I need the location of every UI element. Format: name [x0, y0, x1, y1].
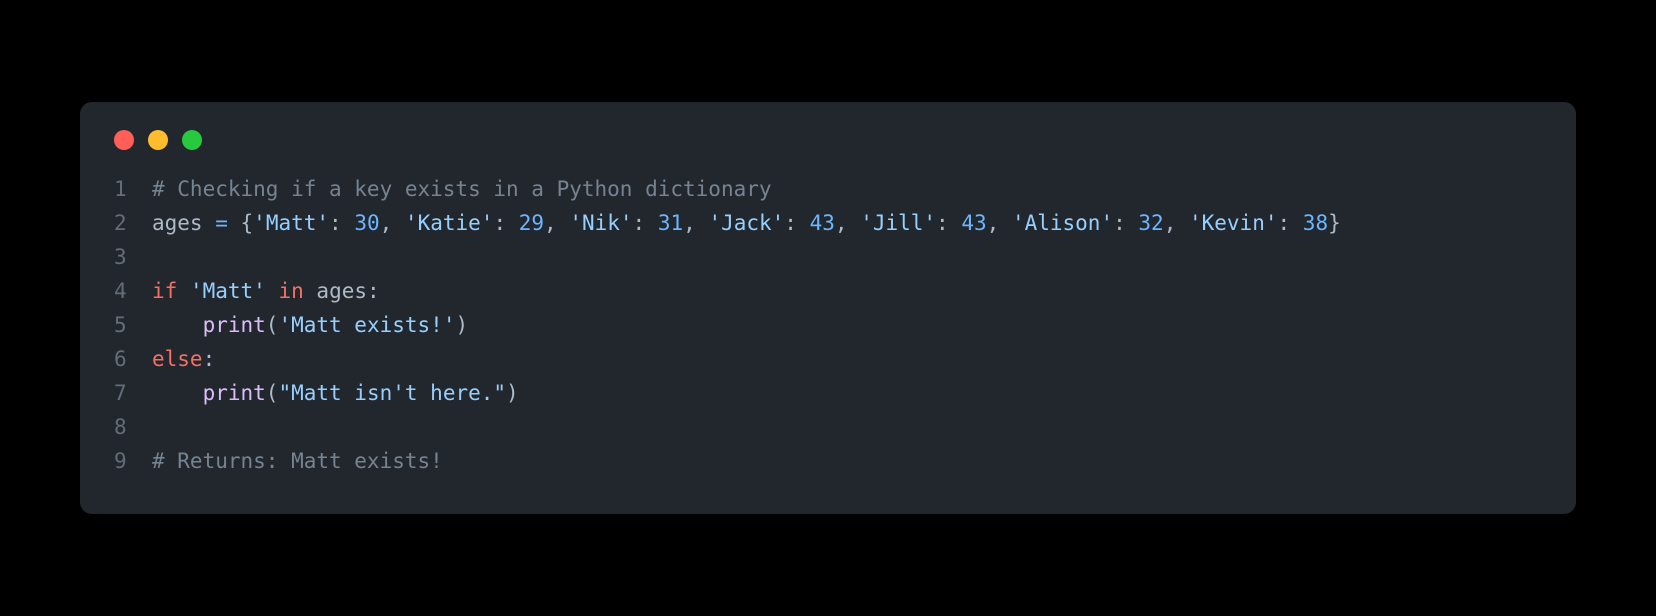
code-line: 3 — [114, 240, 1542, 274]
colon: : — [329, 211, 354, 235]
code-line: 7 print("Matt isn't here.") — [114, 376, 1542, 410]
line-number: 8 — [114, 410, 152, 444]
brace: } — [1328, 211, 1341, 235]
operator: = — [203, 211, 241, 235]
string: 'Katie' — [405, 211, 494, 235]
code-block: 1 # Checking if a key exists in a Python… — [80, 172, 1576, 478]
line-number: 2 — [114, 206, 152, 240]
paren: ( — [266, 381, 279, 405]
paren: ) — [506, 381, 519, 405]
number: 43 — [961, 211, 986, 235]
line-number: 6 — [114, 342, 152, 376]
line-number: 3 — [114, 240, 152, 274]
line-number: 4 — [114, 274, 152, 308]
comma: , — [380, 211, 405, 235]
keyword-in: in — [278, 279, 303, 303]
string: 'Alison' — [1012, 211, 1113, 235]
paren: ) — [455, 313, 468, 337]
space — [266, 279, 279, 303]
keyword-if: if — [152, 279, 177, 303]
string: 'Matt' — [190, 279, 266, 303]
indent — [152, 381, 203, 405]
code-line: 8 — [114, 410, 1542, 444]
line-number: 7 — [114, 376, 152, 410]
keyword-else: else — [152, 347, 203, 371]
comma: , — [1164, 211, 1189, 235]
number: 43 — [810, 211, 835, 235]
colon: : — [784, 211, 809, 235]
brace: { — [241, 211, 254, 235]
space — [304, 279, 317, 303]
window-controls — [80, 130, 1576, 172]
code-line: 6 else: — [114, 342, 1542, 376]
comma: , — [835, 211, 860, 235]
code-line: 9 # Returns: Matt exists! — [114, 444, 1542, 478]
minimize-icon[interactable] — [148, 130, 168, 150]
colon: : — [936, 211, 961, 235]
code-line: 1 # Checking if a key exists in a Python… — [114, 172, 1542, 206]
colon: : — [633, 211, 658, 235]
code-line: 2 ages = {'Matt': 30, 'Katie': 29, 'Nik'… — [114, 206, 1542, 240]
string: 'Jack' — [708, 211, 784, 235]
colon: : — [1278, 211, 1303, 235]
string: 'Matt' — [253, 211, 329, 235]
code-window: 1 # Checking if a key exists in a Python… — [80, 102, 1576, 514]
function-call: print — [203, 381, 266, 405]
line-number: 1 — [114, 172, 152, 206]
comment: # Returns: Matt exists! — [152, 449, 443, 473]
number: 30 — [354, 211, 379, 235]
number: 31 — [658, 211, 683, 235]
paren: ( — [266, 313, 279, 337]
line-number: 9 — [114, 444, 152, 478]
comment: # Checking if a key exists in a Python d… — [152, 177, 772, 201]
code-line: 5 print('Matt exists!') — [114, 308, 1542, 342]
identifier: ages — [152, 211, 203, 235]
string: 'Jill' — [860, 211, 936, 235]
identifier: ages — [316, 279, 367, 303]
indent — [152, 313, 203, 337]
colon: : — [367, 279, 380, 303]
string: "Matt isn't here." — [278, 381, 506, 405]
maximize-icon[interactable] — [182, 130, 202, 150]
code-line: 4 if 'Matt' in ages: — [114, 274, 1542, 308]
comma: , — [544, 211, 569, 235]
string: 'Kevin' — [1189, 211, 1278, 235]
line-number: 5 — [114, 308, 152, 342]
number: 38 — [1303, 211, 1328, 235]
string: 'Nik' — [569, 211, 632, 235]
comma: , — [683, 211, 708, 235]
colon: : — [1113, 211, 1138, 235]
number: 32 — [1138, 211, 1163, 235]
comma: , — [987, 211, 1012, 235]
string: 'Matt exists!' — [278, 313, 455, 337]
function-call: print — [203, 313, 266, 337]
close-icon[interactable] — [114, 130, 134, 150]
number: 29 — [519, 211, 544, 235]
colon: : — [203, 347, 216, 371]
space — [177, 279, 190, 303]
colon: : — [493, 211, 518, 235]
